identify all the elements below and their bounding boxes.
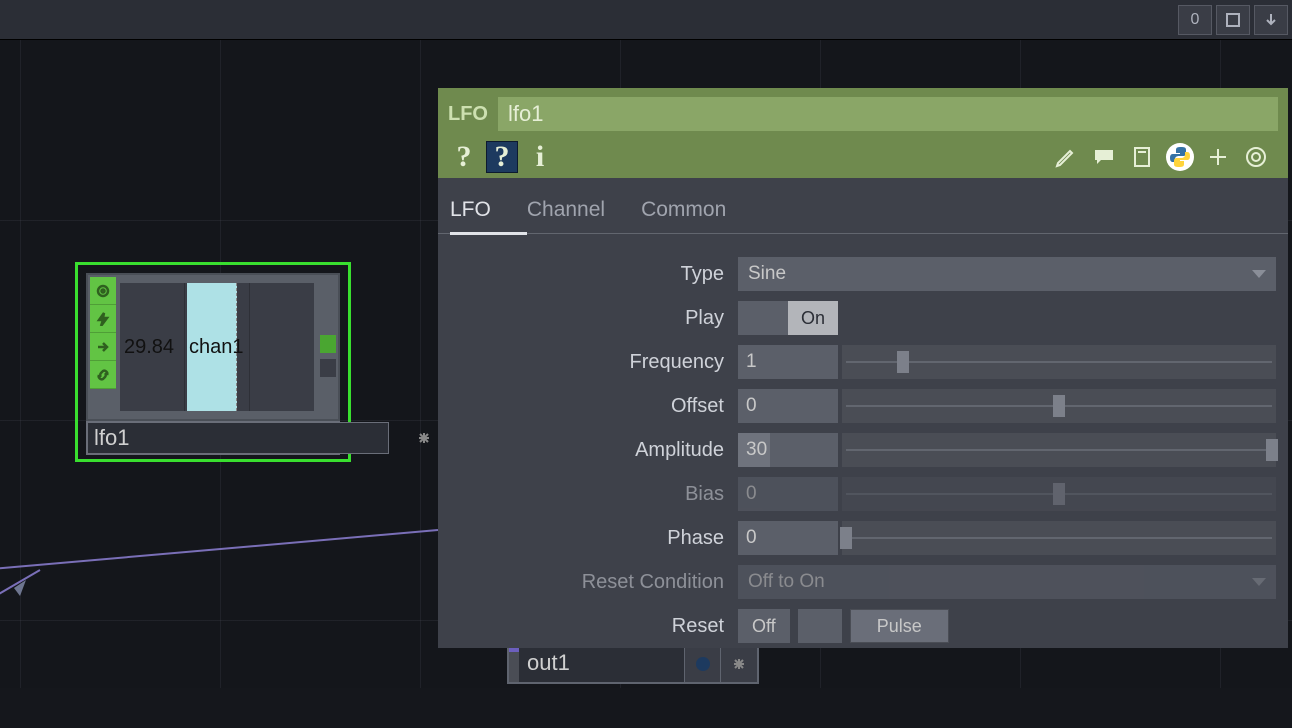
param-phase: Phase 0 (438, 516, 1276, 560)
param-bias: Bias 0 (438, 472, 1276, 516)
help-icon[interactable]: ? (448, 141, 480, 173)
reset-state (798, 609, 842, 643)
phase-input[interactable]: 0 (738, 521, 838, 555)
offset-slider[interactable] (842, 389, 1276, 423)
param-amplitude: Amplitude 30 (438, 428, 1276, 472)
chevron-down-icon (1252, 270, 1266, 278)
inlet-link-icon[interactable] (90, 361, 116, 389)
tab-lfo[interactable]: LFO (450, 192, 527, 235)
amplitude-slider[interactable] (842, 433, 1276, 467)
minimize-button[interactable]: 0 (1178, 5, 1212, 35)
tab-common[interactable]: Common (641, 192, 762, 233)
type-value: Sine (748, 263, 786, 285)
add-icon[interactable] (1202, 141, 1234, 173)
node-lfo1[interactable]: 29.84 chan1 (75, 262, 351, 462)
tab-channel[interactable]: Channel (527, 192, 641, 233)
operator-name-input[interactable] (498, 97, 1278, 131)
comment-icon[interactable] (1088, 141, 1120, 173)
param-type: Type Sine (438, 252, 1276, 296)
outlet-1[interactable] (320, 359, 336, 377)
arrow-down-icon (1264, 13, 1278, 27)
panel-header: LFO ? ? i (438, 88, 1288, 178)
bias-slider (842, 477, 1276, 511)
maximize-button[interactable] (1216, 5, 1250, 35)
info-icon[interactable]: i (524, 141, 556, 173)
play-value: On (788, 301, 838, 335)
inlet-bolt-icon[interactable] (90, 305, 116, 333)
type-dropdown[interactable]: Sine (738, 257, 1276, 291)
python-icon[interactable] (1164, 141, 1196, 173)
param-play: Play On (438, 296, 1276, 340)
node-name-input[interactable] (87, 422, 389, 454)
reset-condition-value: Off to On (748, 571, 825, 593)
param-reset-condition: Reset Condition Off to On (438, 560, 1276, 604)
reset-condition-dropdown: Off to On (738, 565, 1276, 599)
window-title-bar: 0 (0, 0, 1292, 40)
node-name-label: out1 (519, 646, 685, 682)
edit-icon[interactable] (1050, 141, 1082, 173)
node-body: 29.84 chan1 (86, 273, 340, 421)
display-flag-icon[interactable] (696, 657, 710, 671)
target-icon[interactable] (1240, 141, 1272, 173)
parameter-list: Type Sine Play On Freque (438, 234, 1288, 648)
frequency-input[interactable]: 1 (738, 345, 838, 379)
maximize-icon (1226, 13, 1240, 27)
amplitude-input[interactable]: 30 (738, 433, 838, 467)
node-outlets (320, 335, 336, 383)
node-footer (86, 421, 340, 455)
param-frequency: Frequency 1 (438, 340, 1276, 384)
param-offset: Offset 0 (438, 384, 1276, 428)
inlet-target-icon[interactable] (90, 277, 116, 305)
node-out1[interactable]: out1 (507, 644, 759, 684)
play-toggle[interactable]: On (738, 301, 838, 335)
parameter-tabs: LFO Channel Common (438, 178, 1288, 234)
parameter-panel: LFO ? ? i LFO C (438, 88, 1288, 648)
offset-input[interactable]: 0 (738, 389, 838, 423)
frequency-slider[interactable] (842, 345, 1276, 379)
node-inlet[interactable] (509, 646, 519, 682)
chop-value: 29.84 (120, 336, 184, 359)
chop-channel: chan1 (185, 336, 249, 359)
inlet-arrow-icon[interactable] (90, 333, 116, 361)
clipboard-icon[interactable] (1126, 141, 1158, 173)
reset-off-button[interactable]: Off (738, 609, 790, 643)
wiki-help-icon[interactable]: ? (486, 141, 518, 173)
dock-button[interactable] (1254, 5, 1288, 35)
param-reset: Reset Off Pulse (438, 604, 1276, 648)
operator-type-label: LFO (448, 103, 488, 126)
phase-slider[interactable] (842, 521, 1276, 555)
outlet-0[interactable] (320, 335, 336, 353)
chop-viewer: 29.84 chan1 (120, 283, 314, 411)
clone-flag-icon[interactable] (417, 431, 431, 445)
bias-input: 0 (738, 477, 838, 511)
chevron-down-icon (1252, 578, 1266, 586)
node-inlets (90, 277, 116, 389)
clone-flag-icon[interactable] (721, 646, 757, 682)
reset-pulse-button[interactable]: Pulse (850, 609, 949, 643)
network-editor[interactable]: 29.84 chan1 out1 LFO ? (0, 40, 1292, 688)
